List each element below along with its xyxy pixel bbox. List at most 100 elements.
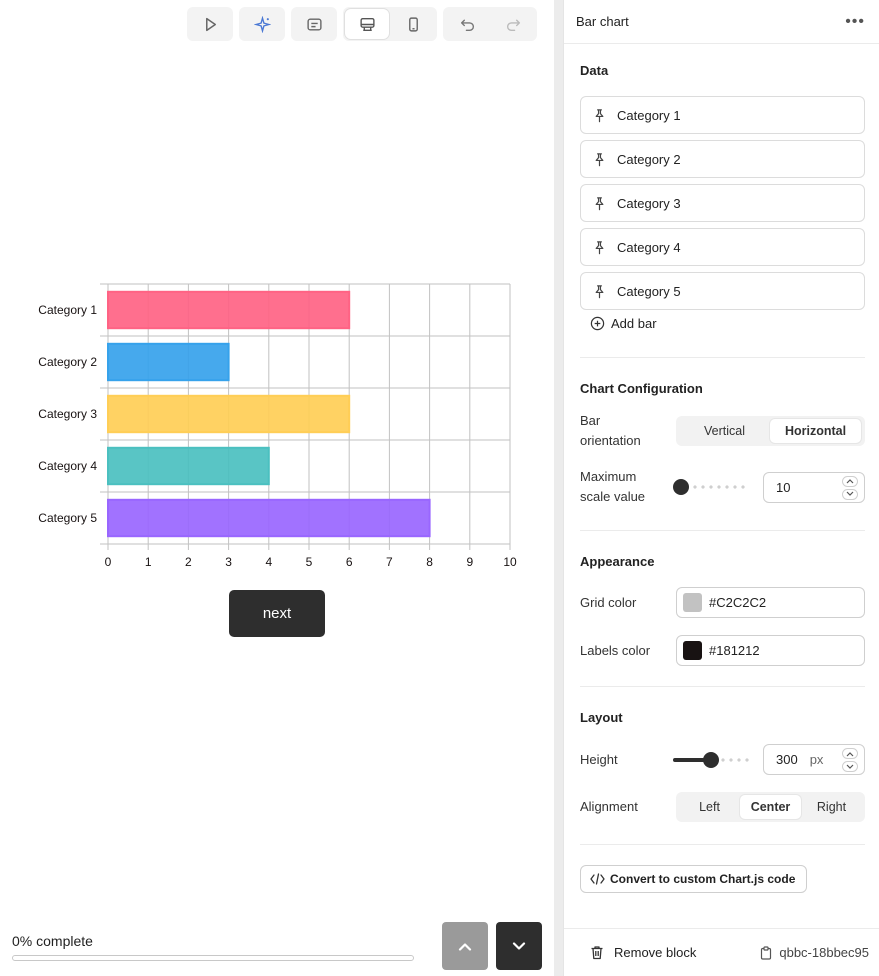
increment-button[interactable] xyxy=(842,475,858,487)
y-category-label: Category 2 xyxy=(38,355,97,369)
data-item-category-4[interactable]: Category 4 xyxy=(580,228,865,266)
labels-color-value: #181212 xyxy=(709,643,760,658)
alignment-toggle: Left Center Right xyxy=(676,792,865,822)
layout-section-title: Layout xyxy=(580,710,623,725)
data-item-label: Category 1 xyxy=(617,107,681,123)
y-category-label: Category 4 xyxy=(38,459,97,473)
bar-category-4 xyxy=(107,446,270,486)
clipboard-icon xyxy=(761,945,772,960)
previous-page-button[interactable] xyxy=(442,922,488,970)
pin-icon xyxy=(595,108,604,122)
alignment-option-center[interactable]: Center xyxy=(740,795,801,819)
convert-section: Convert to custom Chart.js code xyxy=(564,845,879,893)
x-tick-label: 6 xyxy=(346,555,353,569)
height-row: Height 300 px xyxy=(580,744,865,775)
category-list: Category 1 Category 2 Category 3 Category 4… xyxy=(580,96,865,310)
config-section: Chart Configuration Bar orientation Vert… xyxy=(564,358,879,507)
alignment-option-right[interactable]: Right xyxy=(801,795,862,819)
convert-to-chartjs-button[interactable]: Convert to custom Chart.js code xyxy=(580,865,808,893)
decrement-button[interactable] xyxy=(842,761,858,772)
x-tick-label: 10 xyxy=(503,555,517,569)
more-options-icon[interactable]: ••• xyxy=(845,13,865,31)
ai-assist-button[interactable] xyxy=(239,7,285,41)
orientation-row: Bar orientation Vertical Horizontal xyxy=(580,411,865,451)
device-toggle xyxy=(343,7,437,41)
block-id[interactable]: qbbc-18bbec95 xyxy=(760,945,869,960)
decrement-button[interactable] xyxy=(842,488,858,500)
next-page-button[interactable] xyxy=(496,922,542,970)
orientation-option-horizontal[interactable]: Horizontal xyxy=(770,419,861,443)
data-item-category-3[interactable]: Category 3 xyxy=(580,184,865,222)
chevron-down-icon xyxy=(846,491,854,496)
height-value: 300 xyxy=(776,752,798,767)
max-scale-value: 10 xyxy=(776,479,791,495)
x-tick-label: 0 xyxy=(105,555,112,569)
height-slider-knob[interactable] xyxy=(703,751,719,768)
desktop-view-button[interactable] xyxy=(345,9,389,39)
data-section: Data Category 1 Category 2 Category 3 Categ… xyxy=(564,44,879,331)
undo-button[interactable] xyxy=(445,9,489,39)
height-slider[interactable] xyxy=(673,751,749,768)
add-bar-label: Add bar xyxy=(611,316,657,331)
labels-color-input[interactable]: #181212 xyxy=(676,635,865,666)
chevron-up-icon xyxy=(846,751,854,756)
bar-category-5 xyxy=(107,498,431,538)
max-scale-slider-knob[interactable] xyxy=(673,479,689,495)
redo-button[interactable] xyxy=(491,9,535,39)
y-category-label: Category 3 xyxy=(38,407,97,421)
labels-color-row: Labels color #181212 xyxy=(580,635,865,666)
max-scale-spinner xyxy=(842,475,858,500)
code-icon xyxy=(590,873,605,885)
preview-play-button[interactable] xyxy=(187,7,233,41)
chevron-up-icon xyxy=(846,479,854,484)
appearance-section: Appearance Grid color #C2C2C2 Labels col… xyxy=(564,531,879,666)
increment-button[interactable] xyxy=(842,748,858,759)
layout-section: Layout Height 300 px Alignment Left Cent… xyxy=(564,687,879,822)
data-item-label: Category 3 xyxy=(617,195,681,211)
panel-title: Bar chart xyxy=(576,14,629,29)
orientation-label-line1: Bar xyxy=(580,413,601,428)
desktop-icon xyxy=(359,17,375,31)
remove-block-button[interactable]: Remove block xyxy=(590,945,696,960)
data-section-title: Data xyxy=(580,63,609,78)
height-input[interactable]: 300 px xyxy=(763,744,865,775)
labels-color-label: Labels color xyxy=(580,642,651,658)
chevron-down-icon xyxy=(512,941,526,950)
redo-icon xyxy=(506,19,520,31)
max-scale-slider[interactable] xyxy=(673,479,749,495)
plus-circle-icon xyxy=(590,316,605,331)
trash-icon xyxy=(591,946,603,960)
height-spinner xyxy=(842,748,858,772)
x-tick-label: 7 xyxy=(386,555,393,569)
labels-color-swatch[interactable] xyxy=(683,641,702,660)
chevron-down-icon xyxy=(846,764,854,769)
slider-dots xyxy=(719,757,749,762)
play-icon xyxy=(205,17,216,31)
sparkle-icon xyxy=(253,15,271,33)
orientation-option-vertical[interactable]: Vertical xyxy=(679,419,770,443)
mobile-view-button[interactable] xyxy=(391,9,435,39)
max-scale-controls: 10 xyxy=(673,471,865,503)
x-tick-label: 9 xyxy=(466,555,473,569)
x-tick-label: 5 xyxy=(306,555,313,569)
x-tick-label: 1 xyxy=(145,555,152,569)
data-item-category-1[interactable]: Category 1 xyxy=(580,96,865,134)
y-category-label: Category 1 xyxy=(38,303,97,317)
data-item-label: Category 2 xyxy=(617,151,681,167)
next-button[interactable]: next xyxy=(229,590,325,637)
config-section-title: Chart Configuration xyxy=(580,381,703,396)
alignment-option-left[interactable]: Left xyxy=(679,795,740,819)
max-scale-input[interactable]: 10 xyxy=(763,471,865,503)
progress-bar xyxy=(12,955,414,961)
theme-button[interactable] xyxy=(291,7,337,41)
data-item-category-2[interactable]: Category 2 xyxy=(580,140,865,178)
grid-color-swatch[interactable] xyxy=(683,593,702,612)
block-settings-panel: Bar chart ••• Data Category 1 Category 2C… xyxy=(563,0,879,976)
orientation-label-line2: orientation xyxy=(580,433,641,448)
grid-color-input[interactable]: #C2C2C2 xyxy=(676,587,865,618)
add-bar-button[interactable]: Add bar xyxy=(590,316,865,331)
max-scale-label-line1: Maximum xyxy=(580,469,637,484)
data-item-category-5[interactable]: Category 5 xyxy=(580,272,865,310)
height-unit: px xyxy=(809,752,824,767)
panel-footer: Remove block qbbc-18bbec95 xyxy=(564,928,879,976)
